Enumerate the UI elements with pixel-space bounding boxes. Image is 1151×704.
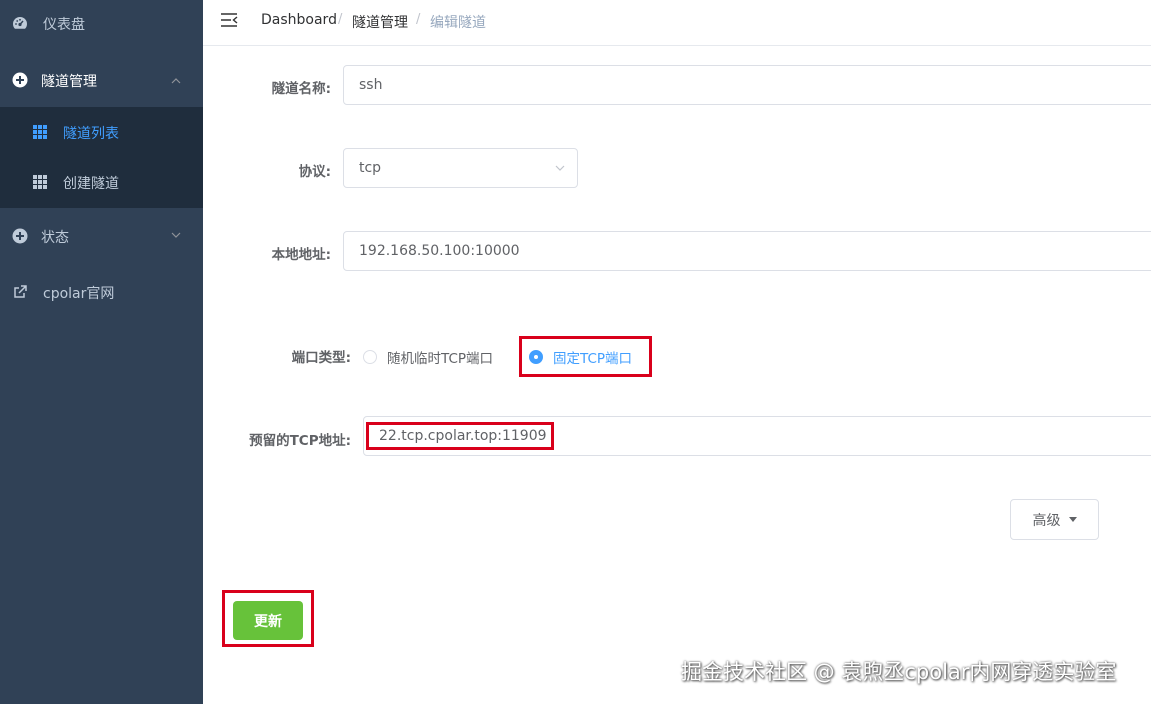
sidebar-item-dashboard[interactable]: 仪表盘 — [0, 0, 203, 46]
watermark: 掘金技术社区 @ 袁煦丞cpolar内网穿透实验室 — [681, 660, 1117, 684]
sidebar-item-label: 状态 — [41, 230, 69, 246]
local-address-label: 本地地址: — [271, 247, 331, 263]
chevron-down-icon — [171, 232, 181, 238]
radio-random-tcp-port[interactable]: 随机临时TCP端口 — [363, 347, 493, 367]
highlight-box-fixed-port — [519, 336, 652, 377]
advanced-button[interactable]: 高级 — [1010, 499, 1099, 540]
chevron-up-icon — [171, 78, 181, 84]
sidebar-item-tunnel-management[interactable]: 隧道管理 — [0, 56, 203, 106]
protocol-select[interactable]: tcp — [343, 148, 578, 188]
external-link-icon — [12, 284, 28, 300]
sidebar-item-label: cpolar官网 — [43, 286, 115, 302]
sidebar-item-label: 仪表盘 — [43, 17, 85, 33]
port-type-label: 端口类型: — [291, 350, 351, 366]
top-bar: Dashboard / 隧道管理 / 编辑隧道 — [203, 0, 1151, 46]
sidebar: 仪表盘 隧道管理 隧道列表 创建隧道 状态 cpolar官网 — [0, 0, 203, 704]
breadcrumb-dashboard[interactable]: Dashboard — [261, 12, 337, 28]
sidebar-item-label: 隧道列表 — [63, 126, 119, 142]
breadcrumb-edit-tunnel: 编辑隧道 — [430, 15, 486, 31]
breadcrumb-separator: / — [416, 12, 421, 27]
radio-button[interactable] — [363, 350, 377, 364]
grid-icon — [33, 175, 47, 189]
sidebar-item-create-tunnel[interactable]: 创建隧道 — [0, 157, 203, 207]
tunnel-name-input[interactable]: ssh — [343, 65, 1151, 105]
grid-icon — [33, 125, 47, 139]
breadcrumb-separator: / — [338, 12, 343, 27]
tunnel-name-label: 隧道名称: — [271, 81, 331, 97]
protocol-label: 协议: — [298, 164, 331, 180]
chevron-down-icon — [555, 165, 565, 171]
sidebar-item-cpolar-website[interactable]: cpolar官网 — [0, 268, 203, 316]
caret-down-icon — [1068, 517, 1077, 522]
menu-fold-icon[interactable] — [220, 12, 238, 28]
circle-plus-icon — [12, 228, 28, 244]
sidebar-item-label: 隧道管理 — [41, 74, 97, 90]
circle-plus-icon — [12, 72, 28, 88]
local-address-input[interactable]: 192.168.50.100:10000 — [343, 231, 1151, 271]
sidebar-item-status[interactable]: 状态 — [0, 212, 203, 260]
sidebar-item-label: 创建隧道 — [63, 176, 119, 192]
dashboard-icon — [12, 15, 28, 31]
radio-label: 随机临时TCP端口 — [387, 351, 494, 367]
protocol-value: tcp — [359, 160, 382, 176]
reserved-tcp-address-label: 预留的TCP地址: — [249, 433, 351, 449]
submenu: 隧道列表 创建隧道 — [0, 107, 203, 208]
advanced-button-label: 高级 — [1032, 512, 1061, 529]
sidebar-item-tunnel-list[interactable]: 隧道列表 — [0, 107, 203, 157]
highlight-box-reserved-address — [366, 422, 554, 450]
breadcrumb-tunnel-management[interactable]: 隧道管理 — [352, 12, 408, 32]
highlight-box-update — [222, 590, 314, 647]
